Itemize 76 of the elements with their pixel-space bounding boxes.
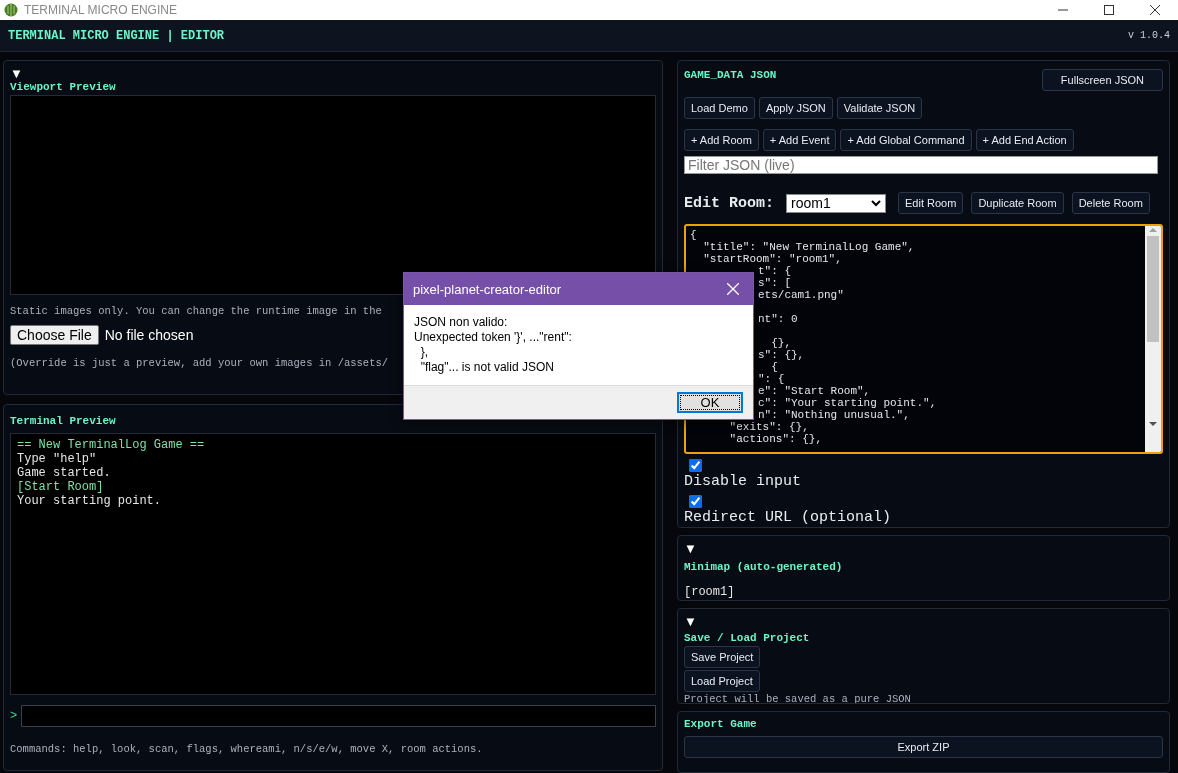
code-line: nt": 0 <box>758 313 798 325</box>
panel-title: Viewport Preview <box>10 81 116 93</box>
room-action-button[interactable]: Delete Room <box>1071 192 1150 214</box>
terminal-line: Game started. <box>17 466 111 480</box>
terminal-line: Type "help" <box>17 452 97 466</box>
scroll-down-icon[interactable] <box>1149 420 1157 428</box>
version-label: v 1.0.4 <box>1128 30 1170 41</box>
dialog-message-line: Unexpected token '}', ..."rent": <box>414 330 572 345</box>
code-line: { <box>690 229 697 241</box>
room-action-button[interactable]: Edit Room <box>898 192 964 214</box>
code-line: ": { <box>758 373 785 385</box>
checkbox[interactable] <box>689 459 702 472</box>
code-line: "actions": {}, <box>728 433 823 445</box>
code-line: s": [ <box>758 277 791 289</box>
minimap-text: [room1] <box>684 585 735 599</box>
collapse-toggle[interactable]: ▼ <box>684 615 697 629</box>
code-line: { <box>770 361 778 373</box>
prompt-symbol: > <box>10 709 18 723</box>
window-title: TERMINAL MICRO ENGINE <box>24 3 177 17</box>
viewport-note: Static images only. You can change the runtime image in the <box>10 305 382 317</box>
option-label: Disable input <box>684 473 802 490</box>
scrollbar-thumb[interactable] <box>1147 236 1159 342</box>
dialog-message-line: "flag"... is not valid JSON <box>419 360 554 375</box>
dialog-message-line: }, <box>419 345 428 360</box>
chevron-icon <box>871 199 881 207</box>
code-line: t": { <box>758 265 791 277</box>
edit-room-label: Edit Room: <box>684 194 774 212</box>
collapse-toggle[interactable]: ▼ <box>10 67 23 81</box>
filter-field[interactable]: Filter JSON (live) <box>684 156 1158 174</box>
panel-title: Terminal Preview <box>10 415 116 427</box>
terminal-line: Your starting point. <box>17 494 162 508</box>
add-button[interactable]: + Add Event <box>762 129 837 151</box>
code-line: c": "Your starting point.", <box>758 397 937 409</box>
json-editor[interactable] <box>684 224 1163 454</box>
choose-file-button[interactable]: Choose File <box>10 325 99 345</box>
save-project-button[interactable]: Save Project <box>684 646 761 668</box>
checkbox[interactable] <box>689 495 702 508</box>
add-button[interactable]: + Add Global Command <box>840 129 972 151</box>
code-line: "title": "New TerminalLog Game", <box>702 241 915 253</box>
panel-title: Save / Load Project <box>684 632 810 644</box>
panel-title: Minimap (auto-generated) <box>684 561 843 573</box>
ok-button[interactable]: OK <box>677 392 743 413</box>
override-hint: (Override is just a preview, add your own images in /assets/ <box>10 357 389 369</box>
command-input[interactable] <box>21 705 656 727</box>
json-action-button[interactable]: Apply JSON <box>758 97 833 119</box>
load-project-button[interactable]: Load Project <box>684 670 760 692</box>
json-action-button[interactable]: Load Demo <box>684 97 755 119</box>
terminal-line: [Start Room] <box>17 480 104 494</box>
room-action-button[interactable]: Duplicate Room <box>971 192 1064 214</box>
code-line: "startRoom": "room1", <box>702 253 842 265</box>
code-line: n": "Nothing unusual.", <box>758 409 910 421</box>
app-icon <box>4 3 18 17</box>
code-line: "exits": {}, <box>728 421 809 433</box>
scrollbar[interactable] <box>1145 226 1161 452</box>
add-button[interactable]: + Add Room <box>684 129 759 151</box>
panel-title: GAME_DATA JSON <box>684 69 777 81</box>
code-line: {}, <box>770 337 791 349</box>
option-label: Redirect URL (optional) <box>684 509 892 526</box>
json-action-button[interactable]: Validate JSON <box>836 97 923 119</box>
app-title: TERMINAL MICRO ENGINE | EDITOR <box>8 28 225 43</box>
panel-title: Export Game <box>684 718 757 730</box>
code-line: e": "Start Room", <box>758 385 871 397</box>
code-line: s": {}, <box>758 349 805 361</box>
fullscreen-json-button[interactable]: Fullscreen JSON <box>1041 69 1163 91</box>
add-button[interactable]: + Add End Action <box>975 129 1074 151</box>
collapse-toggle[interactable]: ▼ <box>684 542 697 556</box>
code-line: ets/cam1.png" <box>758 289 844 301</box>
room-select[interactable]: room1 <box>786 193 886 213</box>
commands-help: Commands: help, look, scan, flags, whereami, n/s/e/w, move X, room actions. <box>10 743 483 755</box>
terminal-line: == New TerminalLog Game == <box>17 438 205 452</box>
export-zip-button[interactable]: Export ZIP <box>684 736 1163 758</box>
file-status: No file chosen <box>104 327 194 343</box>
close-icon[interactable] <box>1150 5 1160 15</box>
dialog-title: pixel-planet-creator-editor <box>413 281 562 297</box>
dialog-message-line: JSON non valido: <box>414 315 508 330</box>
maximize-icon[interactable] <box>1104 5 1114 15</box>
